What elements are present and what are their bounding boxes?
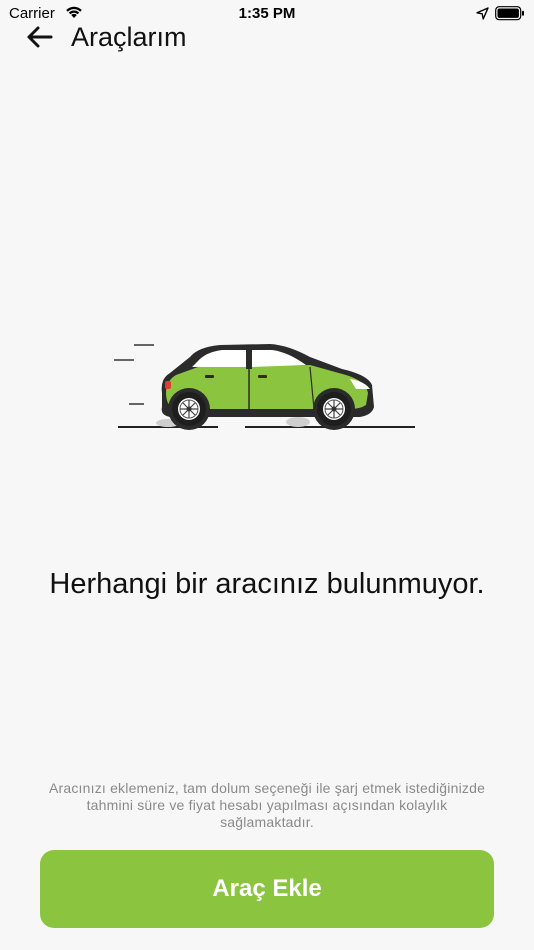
empty-state-message: Herhangi bir aracınız bulunmuyor.	[49, 568, 485, 600]
location-icon	[476, 7, 489, 25]
my-vehicles-screen: Carrier 1:35 PM Araçlarım Herhangi bir a…	[0, 0, 534, 950]
add-vehicle-button[interactable]: Araç Ekle	[40, 850, 494, 928]
back-button[interactable]	[22, 24, 56, 54]
battery-icon	[495, 6, 525, 26]
empty-state-description: Aracınızı eklemeniz, tam dolum seçeneği …	[48, 780, 486, 830]
page-title: Araçlarım	[71, 22, 187, 52]
car-illustration	[110, 335, 420, 435]
arrow-left-icon	[25, 25, 53, 54]
clock: 1:35 PM	[238, 5, 296, 22]
